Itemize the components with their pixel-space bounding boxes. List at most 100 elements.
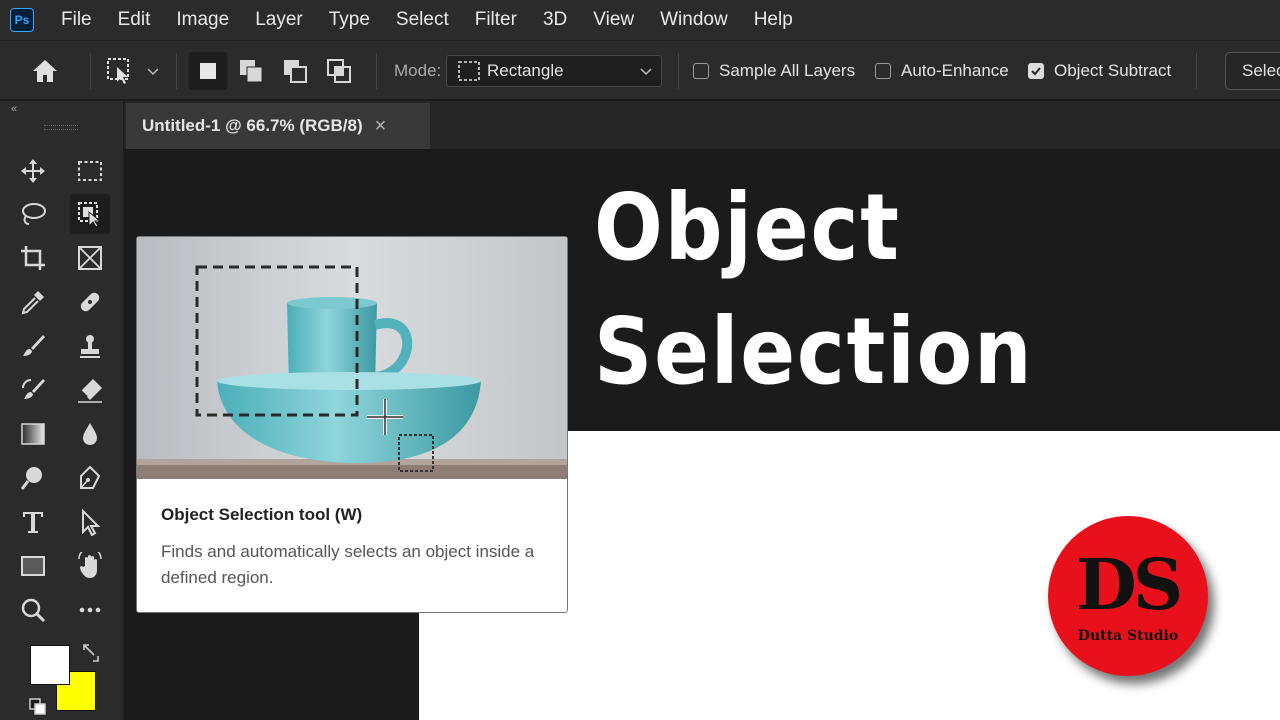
hand-icon xyxy=(78,552,102,578)
tool-preset-picker[interactable] xyxy=(106,41,160,101)
menu-help[interactable]: Help xyxy=(741,0,806,40)
eyedropper-tool[interactable] xyxy=(13,282,53,322)
menu-3d[interactable]: 3D xyxy=(530,0,580,40)
frame-tool[interactable] xyxy=(70,238,110,278)
foreground-color-swatch[interactable] xyxy=(30,645,70,685)
logo-letters: DS xyxy=(1076,543,1183,626)
rectangular-marquee-tool[interactable] xyxy=(70,151,110,191)
separator xyxy=(678,53,679,89)
document-tab-title: Untitled-1 @ 66.7% (RGB/8) xyxy=(142,116,363,135)
tooltip-description: Finds and automatically selects an objec… xyxy=(161,542,535,587)
photoshop-logo-icon[interactable]: Ps xyxy=(10,8,34,32)
clone-stamp-tool[interactable] xyxy=(70,326,110,366)
marquee-icon xyxy=(78,161,102,181)
brush-tool[interactable] xyxy=(13,326,53,366)
menu-filter[interactable]: Filter xyxy=(462,0,530,40)
headline-text: Object Selection Tool xyxy=(594,166,1192,538)
new-selection-icon xyxy=(200,63,216,79)
rectangle-tool[interactable] xyxy=(13,546,53,586)
rectangle-icon xyxy=(21,556,45,576)
separator xyxy=(1196,53,1197,89)
pen-icon xyxy=(80,465,101,489)
object-selection-tool[interactable] xyxy=(70,194,110,234)
menu-edit[interactable]: Edit xyxy=(105,0,164,40)
zoom-icon xyxy=(21,598,46,623)
menu-file[interactable]: File xyxy=(48,0,105,40)
menu-select[interactable]: Select xyxy=(383,0,462,40)
gradient-tool[interactable] xyxy=(13,414,53,454)
object-selection-icon xyxy=(107,58,129,84)
lasso-icon xyxy=(22,203,46,225)
pen-tool[interactable] xyxy=(70,458,110,498)
intersect-selection-button[interactable] xyxy=(320,52,358,90)
object-subtract-checkbox[interactable]: Object Subtract xyxy=(1028,41,1171,101)
stamp-icon xyxy=(80,335,100,358)
document-tab[interactable]: Untitled-1 @ 66.7% (RGB/8) × xyxy=(126,103,430,149)
home-button[interactable] xyxy=(30,41,60,101)
brush-icon xyxy=(23,335,45,356)
crop-icon xyxy=(21,246,45,270)
tools-panel: « xyxy=(0,101,124,720)
history-brush-tool[interactable] xyxy=(13,370,53,410)
more-icon xyxy=(79,607,101,613)
move-tool[interactable] xyxy=(13,151,53,191)
eraser-icon xyxy=(78,379,102,403)
menu-layer[interactable]: Layer xyxy=(242,0,316,40)
checkmark-icon xyxy=(1031,67,1041,76)
chevron-down-icon xyxy=(640,68,652,76)
menu-image[interactable]: Image xyxy=(163,0,242,40)
tooltip-title: Object Selection tool (W) xyxy=(161,505,363,524)
mode-select[interactable]: Rectangle xyxy=(446,55,662,87)
checkbox-box[interactable] xyxy=(693,63,709,79)
intersect-selection-icon xyxy=(327,59,351,83)
swap-colors-icon[interactable] xyxy=(80,642,102,664)
menu-bar: Ps File Edit Image Layer Type Select Fil… xyxy=(0,0,1280,40)
sample-all-layers-checkbox[interactable]: Sample All Layers xyxy=(693,41,855,101)
move-icon xyxy=(21,159,45,183)
eyedropper-icon xyxy=(21,291,44,315)
tool-tooltip-card: Object Selection tool (W) Finds and auto… xyxy=(136,236,568,613)
options-bar: Mode: Rectangle Sample All Layers Auto-E… xyxy=(0,40,1280,100)
bandage-icon xyxy=(80,292,100,312)
auto-enhance-checkbox[interactable]: Auto-Enhance xyxy=(875,41,1009,101)
subtract-from-selection-button[interactable] xyxy=(276,52,314,90)
checkbox-box-checked[interactable] xyxy=(1028,63,1044,79)
checkbox-box[interactable] xyxy=(875,63,891,79)
dodge-tool[interactable] xyxy=(13,458,53,498)
collapse-panel-icon[interactable]: « xyxy=(11,103,17,115)
home-icon xyxy=(33,60,57,82)
mode-label: Mode: xyxy=(394,61,442,80)
headline-line-1: Object Selection xyxy=(594,174,1034,405)
history-brush-icon xyxy=(22,379,45,399)
dodge-icon xyxy=(20,467,42,490)
menu-view[interactable]: View xyxy=(580,0,647,40)
document-tab-strip: Untitled-1 @ 66.7% (RGB/8) × xyxy=(124,101,1280,149)
eraser-tool[interactable] xyxy=(70,370,110,410)
blur-tool[interactable] xyxy=(70,414,110,454)
hand-tool[interactable] xyxy=(70,546,110,586)
frame-icon xyxy=(78,246,102,270)
tooltip-preview-image xyxy=(137,237,567,479)
logo-name: Dutta Studio xyxy=(1077,628,1179,644)
select-subject-button[interactable]: Selec xyxy=(1225,52,1280,90)
path-selection-tool[interactable] xyxy=(70,502,110,542)
more-tools[interactable] xyxy=(70,590,110,630)
menu-window[interactable]: Window xyxy=(647,0,741,40)
chevron-down-icon xyxy=(147,68,159,76)
spot-healing-tool[interactable] xyxy=(70,282,110,322)
add-selection-icon xyxy=(240,60,263,83)
dashed-rectangle-icon xyxy=(458,61,480,81)
separator xyxy=(376,53,377,89)
subtract-selection-icon xyxy=(284,60,307,83)
type-tool[interactable] xyxy=(13,502,53,542)
new-selection-button[interactable] xyxy=(189,52,227,90)
default-colors-icon[interactable] xyxy=(28,697,48,717)
crop-tool[interactable] xyxy=(13,238,53,278)
add-to-selection-button[interactable] xyxy=(232,52,270,90)
arrow-icon xyxy=(82,508,101,536)
close-icon[interactable]: × xyxy=(375,115,387,138)
panel-grip[interactable] xyxy=(44,125,78,130)
lasso-tool[interactable] xyxy=(13,194,53,234)
menu-type[interactable]: Type xyxy=(316,0,383,40)
zoom-tool[interactable] xyxy=(13,590,53,630)
